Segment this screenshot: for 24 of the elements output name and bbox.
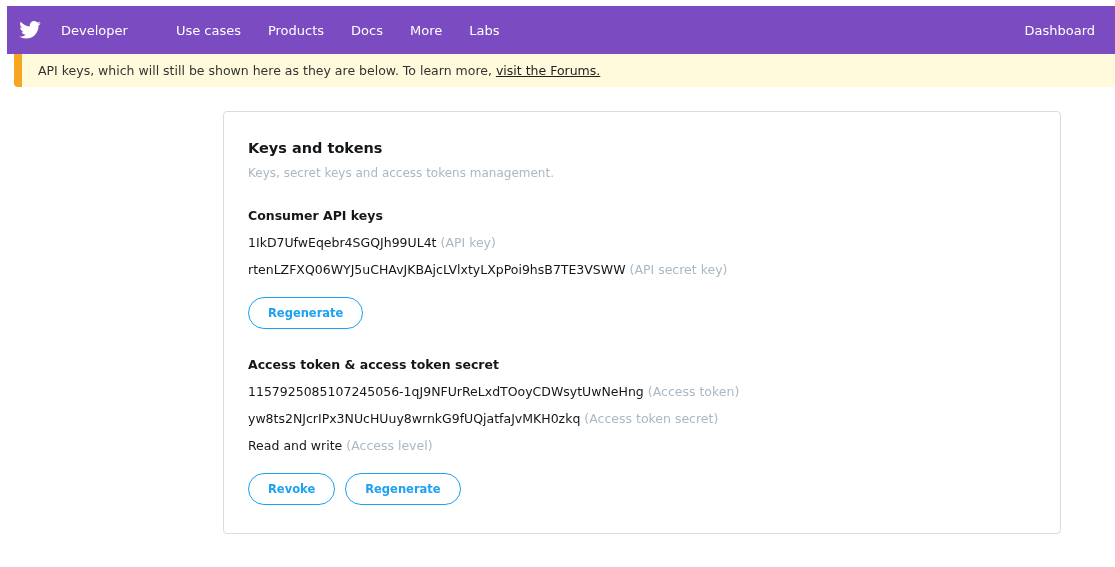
key-label: (API key) [440, 235, 496, 250]
dashboard-link[interactable]: Dashboard [1024, 22, 1095, 38]
section-heading: Consumer API keys [248, 208, 384, 223]
bird-logo-icon[interactable] [19, 21, 41, 39]
key-value: 1IkD7UfwEqebr4SGQJh99UL4t [248, 235, 437, 250]
key-value: Read and write [248, 438, 343, 453]
card-title: Keys and tokens [248, 140, 384, 156]
key-value: yw8ts2NJcrIPx3NUcHUuy8wrnkG9fUQjatfaJvMKH0zkq [248, 411, 581, 426]
nav-link[interactable]: Labs [469, 22, 500, 38]
key-value: 1157925085107245056-1qJ9NFUrReLxdTOoyCDWsytUwNeHng [248, 384, 644, 399]
key-label: (Access token secret) [584, 411, 719, 426]
nav-link[interactable]: Use cases [175, 22, 241, 38]
key-label: (Access level) [346, 438, 433, 453]
nav-link[interactable]: More [410, 22, 443, 38]
section-heading: Access token & access token secret [248, 357, 500, 372]
nav-link[interactable]: Docs [351, 22, 383, 38]
notice-text: API keys, which will still be shown here as they are below. To learn more, visit the Forums. [38, 63, 601, 78]
key-value: rtenLZFXQ06WYJ5uCHAvJKBAjcLVlxtyLXpPoi9hsB7TE3VSWW [248, 262, 626, 277]
developer-brand[interactable]: Developer [61, 22, 128, 38]
key-label: (API secret key) [629, 262, 728, 277]
nav-link[interactable]: Products [267, 22, 325, 38]
card-subtitle: Keys, secret keys and access tokens management. [248, 166, 555, 180]
forums-link[interactable]: visit the Forums. [495, 63, 601, 78]
key-label: (Access token) [647, 384, 740, 399]
